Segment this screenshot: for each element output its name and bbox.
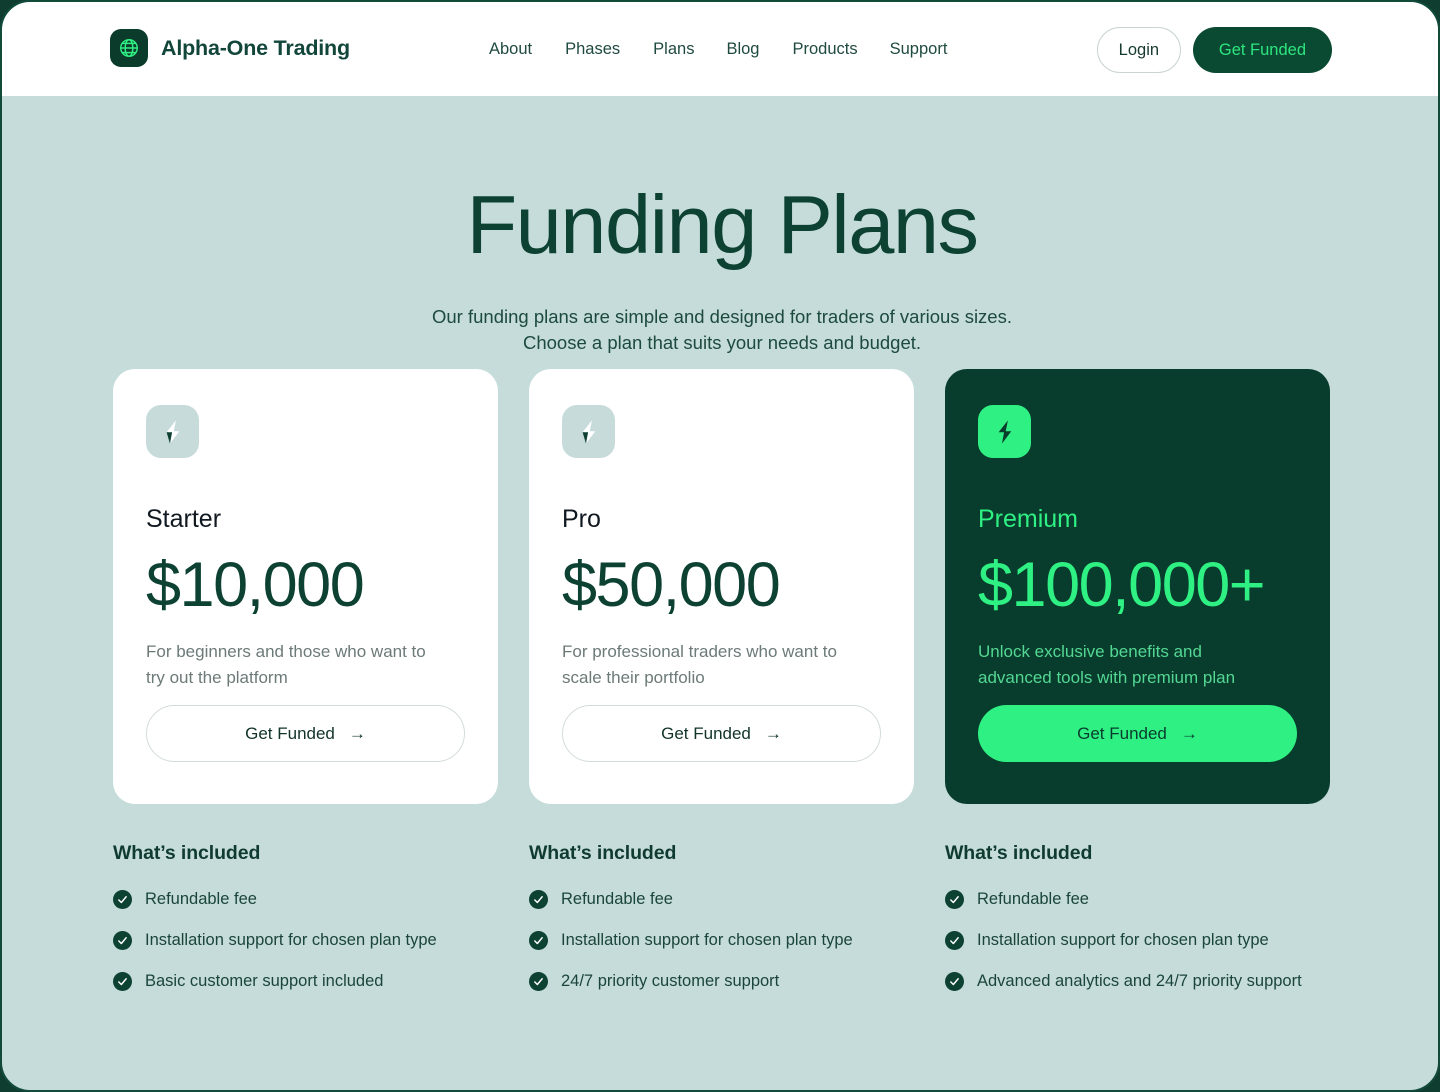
- login-button[interactable]: Login: [1096, 27, 1181, 73]
- check-circle-icon: [529, 931, 548, 950]
- feature-label: Installation support for chosen plan typ…: [561, 931, 853, 949]
- hero-subtitle-line2: Choose a plan that suits your needs and …: [522, 332, 922, 354]
- lightning-bolt-icon: [978, 405, 1031, 458]
- plan-get-funded-button[interactable]: Get Funded →: [562, 705, 881, 762]
- feature-label: Refundable fee: [145, 890, 257, 908]
- plan-description: Unlock exclusive benefits and advanced t…: [978, 639, 1297, 692]
- check-circle-icon: [529, 972, 548, 991]
- feature-label: Basic customer support included: [145, 972, 384, 990]
- check-circle-icon: [945, 931, 964, 950]
- plan-price: $50,000: [562, 550, 781, 620]
- included-column-premium: What’s included Refundable fee Installat…: [945, 842, 1330, 1013]
- nav-item-about[interactable]: About: [489, 40, 532, 59]
- feature-label: Installation support for chosen plan typ…: [145, 931, 437, 949]
- plan-description-line1: For professional traders who want to: [562, 642, 837, 662]
- feature-label: Installation support for chosen plan typ…: [977, 931, 1269, 949]
- plan-price: $100,000+: [978, 550, 1266, 620]
- plan-description-line2: scale their portfolio: [562, 668, 705, 688]
- lightning-bolt-icon: [146, 405, 199, 458]
- list-item: Refundable fee: [113, 890, 498, 909]
- included-title: What’s included: [529, 842, 677, 864]
- plan-cta-label: Get Funded: [661, 723, 751, 743]
- feature-list: Refundable fee Installation support for …: [113, 890, 498, 991]
- plan-description: For beginners and those who want to try …: [146, 639, 465, 692]
- check-circle-icon: [945, 890, 964, 909]
- feature-label: 24/7 priority customer support: [561, 972, 780, 990]
- check-circle-icon: [113, 931, 132, 950]
- included-column-starter: What’s included Refundable fee Installat…: [113, 842, 498, 1013]
- plan-description-line2: advanced tools with premium plan: [978, 668, 1236, 688]
- arrow-right-icon: →: [764, 724, 782, 743]
- plan-cta-label: Get Funded: [245, 723, 335, 743]
- check-circle-icon: [113, 890, 132, 909]
- browser-frame: Alpha-One Trading About Phases Plans Blo…: [0, 0, 1440, 1092]
- plan-description-line1: For beginners and those who want to: [146, 642, 426, 662]
- check-circle-icon: [945, 972, 964, 991]
- pricing-cards: Starter $10,000 For beginners and those …: [113, 369, 1331, 804]
- nav-item-blog[interactable]: Blog: [726, 40, 759, 59]
- hero-section: Funding Plans Our funding plans are simp…: [2, 96, 1438, 357]
- check-circle-icon: [529, 890, 548, 909]
- list-item: 24/7 priority customer support: [529, 972, 914, 991]
- included-title: What’s included: [945, 842, 1093, 864]
- plan-cta-label: Get Funded: [1077, 723, 1167, 743]
- nav-item-plans[interactable]: Plans: [653, 40, 694, 59]
- arrow-right-icon: →: [348, 724, 366, 743]
- nav-item-support[interactable]: Support: [890, 40, 948, 59]
- hero-subtitle: Our funding plans are simple and designe…: [2, 304, 1438, 357]
- lightning-bolt-icon: [562, 405, 615, 458]
- included-column-pro: What’s included Refundable fee Installat…: [529, 842, 914, 1013]
- plan-description-line1: Unlock exclusive benefits and: [978, 642, 1202, 662]
- plan-description-line2: try out the platform: [146, 668, 288, 688]
- arrow-right-icon: →: [1180, 724, 1198, 743]
- list-item: Installation support for chosen plan typ…: [529, 931, 914, 950]
- brand-logo[interactable]: Alpha-One Trading: [110, 29, 350, 67]
- plan-price: $10,000: [146, 550, 365, 620]
- site-header: Alpha-One Trading About Phases Plans Blo…: [2, 2, 1438, 96]
- plan-name: Starter: [146, 505, 222, 533]
- feature-label: Refundable fee: [977, 890, 1089, 908]
- list-item: Refundable fee: [529, 890, 914, 909]
- plan-description: For professional traders who want to sca…: [562, 639, 881, 692]
- feature-label: Advanced analytics and 24/7 priority sup…: [977, 972, 1302, 990]
- list-item: Advanced analytics and 24/7 priority sup…: [945, 972, 1330, 991]
- plan-get-funded-button[interactable]: Get Funded →: [146, 705, 465, 762]
- plan-name: Premium: [978, 505, 1079, 533]
- feature-list: Refundable fee Installation support for …: [945, 890, 1330, 991]
- check-circle-icon: [113, 972, 132, 991]
- feature-label: Refundable fee: [561, 890, 673, 908]
- plan-get-funded-button[interactable]: Get Funded →: [978, 705, 1297, 762]
- page-title: Funding Plans: [466, 178, 979, 271]
- feature-list: Refundable fee Installation support for …: [529, 890, 914, 991]
- list-item: Basic customer support included: [113, 972, 498, 991]
- plan-card-premium: Premium $100,000+ Unlock exclusive benef…: [945, 369, 1330, 804]
- nav-item-products[interactable]: Products: [792, 40, 857, 59]
- nav-item-phases[interactable]: Phases: [565, 40, 620, 59]
- main-nav: About Phases Plans Blog Products Support: [489, 40, 947, 59]
- plan-name: Pro: [562, 505, 601, 533]
- list-item: Refundable fee: [945, 890, 1330, 909]
- header-actions: Login Get Funded: [1096, 27, 1332, 73]
- brand-name: Alpha-One Trading: [161, 35, 350, 60]
- list-item: Installation support for chosen plan typ…: [113, 931, 498, 950]
- header-get-funded-button[interactable]: Get Funded: [1192, 27, 1332, 73]
- included-title: What’s included: [113, 842, 261, 864]
- globe-icon: [110, 29, 148, 67]
- plan-card-pro: Pro $50,000 For professional traders who…: [529, 369, 914, 804]
- included-sections: What’s included Refundable fee Installat…: [113, 842, 1331, 1013]
- hero-subtitle-line1: Our funding plans are simple and designe…: [432, 306, 1012, 327]
- plan-card-starter: Starter $10,000 For beginners and those …: [113, 369, 498, 804]
- list-item: Installation support for chosen plan typ…: [945, 931, 1330, 950]
